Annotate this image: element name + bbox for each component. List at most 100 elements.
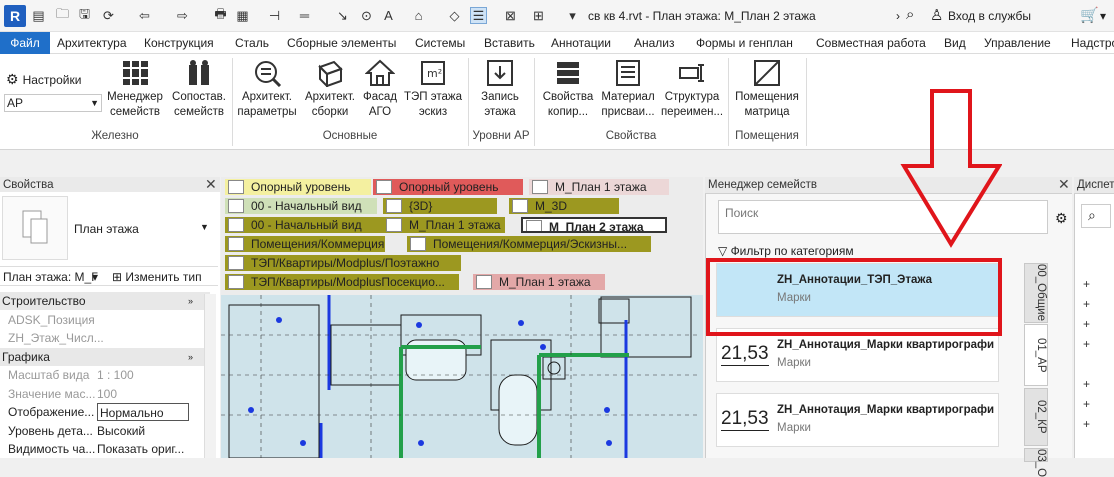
drawing-canvas[interactable] <box>221 295 703 458</box>
undo-icon[interactable]: ⇦ <box>136 7 153 24</box>
cart-icon[interactable]: 🛒 <box>1080 6 1099 24</box>
chevron-down-icon[interactable]: ▼ <box>200 222 209 232</box>
view-tab[interactable]: ТЭП/Квартиры/Modplus/Поэтажно <box>225 255 461 271</box>
property-row[interactable]: Отображение... Нормально <box>0 403 210 421</box>
close-hidden-icon[interactable]: ⊠ <box>502 7 519 24</box>
edit-type-button[interactable]: ⊞ Изменить тип <box>112 267 202 287</box>
tab-view[interactable]: Вид <box>944 32 966 54</box>
thin-lines-icon[interactable]: ☰ <box>470 7 487 24</box>
tab-massing-site[interactable]: Формы и генплан <box>696 32 793 54</box>
close-icon[interactable]: ✕ <box>205 176 217 193</box>
login-link[interactable]: Вход в службы <box>948 9 1031 23</box>
dimension-icon[interactable]: ═ <box>296 7 313 24</box>
tab-structure[interactable]: Конструкция <box>144 32 214 54</box>
view-tab[interactable]: ТЭП/Квартиры/ModplusПосекцио... <box>225 274 459 290</box>
copy-properties-button[interactable]: Свойства копир... <box>538 58 598 120</box>
tab-insert[interactable]: Вставить <box>484 32 535 54</box>
property-value[interactable]: 100 <box>97 385 189 403</box>
chevron-down-icon[interactable]: ▾ <box>1100 9 1106 23</box>
search-icon[interactable]: ⌕ <box>1081 204 1111 228</box>
view-tab[interactable]: М_План 1 этажа <box>473 274 605 290</box>
tep-floor-sketch-button[interactable]: m² ТЭП этажа эскиз <box>402 58 464 120</box>
view-tab[interactable]: Помещения/Коммерция <box>225 236 385 252</box>
print-icon[interactable]: 🖶 <box>212 6 229 24</box>
category-tab[interactable]: 03_О <box>1024 448 1048 477</box>
arch-parameters-button[interactable]: Архитект. параметры <box>234 58 300 120</box>
detail-icon[interactable]: ⊙ <box>358 7 375 24</box>
property-row[interactable]: Уровень дета... Высокий <box>0 422 210 440</box>
tab-architecture[interactable]: Архитектура <box>57 32 127 54</box>
property-row[interactable]: ZH_Этаж_Числ... <box>0 329 210 347</box>
property-row[interactable]: Масштаб вида 1 : 100 <box>0 366 210 384</box>
tab-manage[interactable]: Управление <box>984 32 1051 54</box>
save-icon[interactable]: 🖫 <box>76 6 93 24</box>
view-tab[interactable]: М_План 2 этажа <box>521 217 667 233</box>
view-tab[interactable]: М_План 1 этажа <box>529 179 669 195</box>
text-icon[interactable]: A <box>380 7 397 24</box>
tree-expanders[interactable]: + + + + + + + <box>1083 274 1090 434</box>
property-name: Графика <box>2 349 50 364</box>
category-tab[interactable]: 00_Общие <box>1024 263 1048 323</box>
tab-addins[interactable]: Надстро <box>1071 32 1114 54</box>
type-name[interactable]: План этажа <box>74 222 139 236</box>
profile-select[interactable]: АР ▼ <box>4 94 102 112</box>
binoculars-icon[interactable]: ⌕ <box>906 6 914 23</box>
category-tab[interactable]: 02_КР <box>1024 388 1048 446</box>
group-label: Свойства <box>605 130 657 142</box>
tab-annotate[interactable]: Аннотации <box>551 32 611 54</box>
property-row[interactable]: Значение мас... 100 <box>0 385 210 403</box>
dropdown-icon[interactable]: ▾ <box>564 7 581 24</box>
nav-icon[interactable]: ◇ <box>446 7 463 24</box>
family-manager-button[interactable]: Менеджер семейств <box>104 58 166 120</box>
view-tab[interactable]: М_3D <box>509 198 619 214</box>
assign-material-button[interactable]: Материал присваи... <box>598 58 658 120</box>
record-floor-button[interactable]: Запись этажа <box>472 58 528 120</box>
collapse-icon[interactable]: » <box>188 292 193 310</box>
property-group-header[interactable]: Графика » <box>0 347 210 366</box>
property-row[interactable]: Видимость ча... Показать ориг... <box>0 440 210 458</box>
property-row[interactable]: ADSK_Позиция <box>0 311 210 329</box>
arch-assemblies-button[interactable]: Архитект. сборки <box>300 58 360 120</box>
document-icon[interactable]: ▤ <box>30 7 47 24</box>
open-icon[interactable]: 🗀 <box>54 6 71 24</box>
tag-icon[interactable]: ↘ <box>334 7 351 24</box>
scrollbar[interactable] <box>204 294 216 458</box>
view-tab[interactable]: 00 - Начальный вид <box>225 198 377 214</box>
view-tab[interactable]: Опорный уровень <box>373 179 523 195</box>
property-value[interactable]: 1 : 100 <box>97 366 189 384</box>
category-tab[interactable]: 01_АР <box>1024 324 1048 386</box>
settings-button[interactable]: ⚙ Настройки <box>6 71 81 88</box>
measure-icon[interactable]: ⊣ <box>266 7 283 24</box>
view-tab[interactable]: {3D} <box>383 198 497 214</box>
instance-selector[interactable]: План этажа: М_Г ▾ ⊞ Изменить тип <box>0 266 218 286</box>
tab-collaborate[interactable]: Совместная работа <box>816 32 926 54</box>
property-value[interactable]: Нормально <box>97 403 189 421</box>
view-tab[interactable]: 00 - Начальный вид <box>225 217 387 233</box>
revit-logo[interactable]: R <box>4 5 26 27</box>
property-group-header[interactable]: Строительство » <box>0 292 210 310</box>
family-card[interactable]: 21,53 ZH_Аннотация_Марки квартирографи Мар… <box>716 393 999 447</box>
view-tab[interactable]: Помещения/Коммерция/Эскизны... <box>407 236 651 252</box>
facade-ago-button[interactable]: Фасад АГО <box>358 58 402 120</box>
match-families-button[interactable]: Сопостав. семейств <box>168 58 230 120</box>
chevron-right-icon[interactable]: › <box>896 9 900 23</box>
property-value[interactable]: Показать ориг... <box>97 440 189 458</box>
tab-steel[interactable]: Сталь <box>235 32 269 54</box>
view-tab[interactable]: М_План 1 этажа <box>383 217 505 233</box>
collapse-icon[interactable]: » <box>188 348 193 366</box>
view-tab[interactable]: Опорный уровень <box>225 179 371 195</box>
sheet-icon[interactable]: ▦ <box>234 7 251 24</box>
tab-systems[interactable]: Системы <box>415 32 465 54</box>
home-icon[interactable]: ⌂ <box>410 7 427 24</box>
redo-icon[interactable]: ⇨ <box>174 7 191 24</box>
gear-icon[interactable]: ⚙ <box>1055 210 1068 227</box>
tab-analyze[interactable]: Анализ <box>634 32 675 54</box>
button-label: Запись <box>481 91 519 103</box>
property-value[interactable]: Высокий <box>97 422 189 440</box>
tab-precast[interactable]: Сборные элементы <box>287 32 396 54</box>
sync-icon[interactable]: ⟳ <box>100 7 117 24</box>
switch-windows-icon[interactable]: ⊞ <box>530 7 547 24</box>
user-icon[interactable]: ♙ <box>930 6 943 24</box>
close-icon[interactable]: ✕ <box>1058 176 1070 193</box>
tab-file[interactable]: Файл <box>0 32 50 54</box>
